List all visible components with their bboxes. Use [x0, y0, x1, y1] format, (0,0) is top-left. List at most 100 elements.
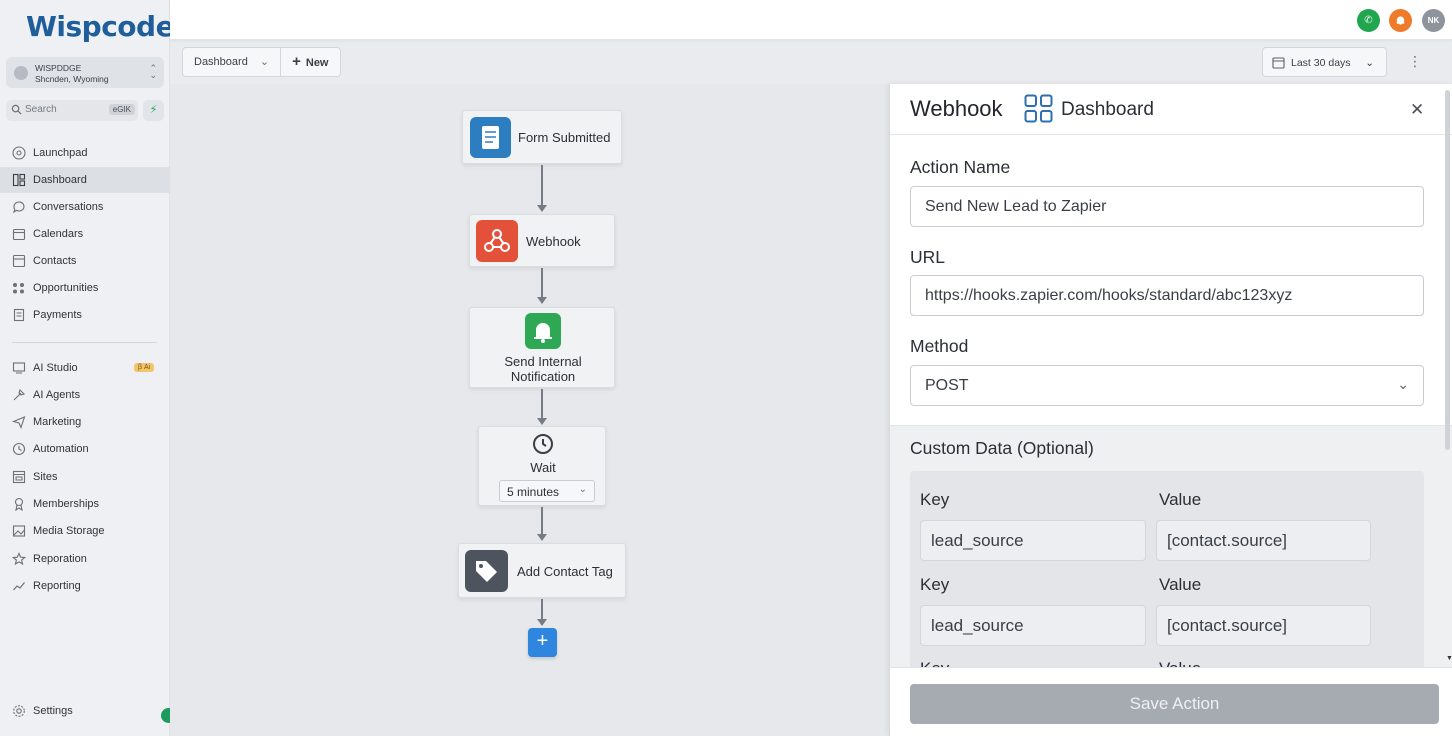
webhook-settings-panel: Webhook Dashboard ✕ Action Name Send New…	[889, 84, 1452, 736]
method-select[interactable]: POST ⌄	[910, 365, 1424, 406]
search-input[interactable]: Search eGIK	[6, 100, 138, 121]
connector-line	[541, 507, 543, 535]
sidebar-item-calendars[interactable]: Calendars	[0, 221, 170, 247]
custom-data-list: Key Value lead_source [contact.source] K…	[910, 471, 1424, 667]
scroll-down-icon[interactable]: ▼	[1446, 655, 1452, 662]
sidebar-item-payments[interactable]: Payments	[0, 302, 170, 328]
sidebar-item-label: AI Studio	[33, 362, 78, 374]
sidebar-item-launchpad[interactable]: Launchpad	[0, 140, 170, 166]
webhook-node[interactable]: Webhook	[469, 214, 615, 267]
chevron-down-icon: ⌄	[259, 56, 270, 68]
user-avatar[interactable]: NK	[1422, 9, 1445, 32]
sidebar-item-label: Sites	[33, 471, 58, 483]
sidebar-item-media-storage[interactable]: Media Storage	[0, 518, 170, 544]
sidebar-item-marketing[interactable]: Marketing	[0, 409, 170, 435]
node-label: Add Contact Tag	[517, 564, 613, 579]
sidebar-item-label: Dashboard	[33, 174, 87, 186]
sidebar-item-label: Opportunities	[33, 282, 99, 294]
chevron-down-icon: ⌄	[1365, 57, 1374, 69]
account-switcher[interactable]: WISPDDGE Shcnden, Wyoming ⌃ ⌄	[6, 57, 164, 88]
date-range-picker[interactable]: Last 30 days ⌄	[1262, 47, 1387, 77]
form-icon	[470, 117, 511, 158]
memberships-icon	[14, 497, 24, 511]
custom-data-label: Custom Data (Optional)	[910, 438, 1094, 458]
url-input[interactable]: https://hooks.zapier.com/hooks/standard/…	[910, 275, 1424, 316]
sidebar-item-dashboard[interactable]: Dashboard	[0, 167, 170, 193]
panel-subtitle: Dashboard	[1061, 99, 1154, 120]
dashboard-dropdown[interactable]: Dashboard ⌄	[183, 48, 280, 76]
tag-node[interactable]: Add Contact Tag	[458, 543, 626, 598]
panel-scrollbar[interactable]	[1445, 90, 1450, 450]
lightning-icon: ⚡	[149, 104, 158, 116]
wait-node[interactable]: Wait 5 minutes ⌄	[478, 426, 606, 506]
connector-arrow	[537, 418, 547, 425]
connector-line	[541, 599, 543, 620]
panel-header: Webhook Dashboard ✕	[890, 84, 1452, 135]
quick-action-button[interactable]: ⚡	[143, 100, 164, 121]
sidebar-divider	[12, 342, 157, 343]
value-input[interactable]: [contact.source]	[1156, 520, 1371, 561]
panel-footer: Save Action	[890, 667, 1452, 736]
sidebar-item-label: Reporation	[33, 553, 87, 565]
search-shortcut: eGIK	[108, 104, 135, 115]
sidebar-item-conversations[interactable]: Conversations	[0, 194, 170, 220]
sidebar-item-reporting[interactable]: Reporting	[0, 573, 170, 599]
action-name-input[interactable]: Send New Lead to Zapier	[910, 186, 1424, 227]
account-avatar	[14, 66, 28, 80]
opportunities-icon	[13, 283, 24, 294]
webhook-icon	[476, 220, 518, 262]
connector-line	[541, 389, 543, 419]
sidebar-item-automation[interactable]: Automation	[0, 436, 170, 462]
ai-studio-icon	[12, 362, 26, 374]
key-input[interactable]: lead_source	[920, 520, 1146, 561]
ai-agents-icon	[13, 388, 26, 401]
top-bar: ✆ NK	[170, 0, 1452, 40]
new-button-label: New	[305, 57, 329, 69]
sidebar-item-ai-agents[interactable]: AI Agents	[0, 382, 170, 408]
phone-button[interactable]: ✆	[1357, 9, 1380, 32]
toolbar-group: Dashboard ⌄ + New	[182, 47, 341, 77]
automation-icon	[12, 442, 26, 456]
sidebar-item-settings[interactable]: Settings	[0, 698, 170, 724]
beta-badge: β Ai	[134, 363, 155, 372]
sidebar-item-label: Media Storage	[33, 525, 105, 537]
sidebar-item-contacts[interactable]: Contacts	[0, 248, 170, 274]
tag-icon	[465, 550, 508, 592]
plus-icon: +	[292, 53, 301, 70]
notification-node[interactable]: Send Internal Notification	[469, 307, 615, 388]
key-input[interactable]: lead_source	[920, 605, 1146, 646]
sidebar-item-sites[interactable]: Sites	[0, 464, 170, 490]
workflow-canvas[interactable]: Form Submitted Webhook Send Internal Not…	[170, 84, 890, 736]
value-value: [contact.source]	[1167, 616, 1288, 635]
sidebar-item-memberships[interactable]: Memberships	[0, 491, 170, 517]
sidebar-item-label: Automation	[33, 443, 89, 455]
url-value: https://hooks.zapier.com/hooks/standard/…	[925, 287, 1293, 304]
sidebar-item-reporation[interactable]: Reporation	[0, 546, 170, 572]
sidebar-item-ai-studio[interactable]: AI Studio β Ai	[0, 355, 170, 381]
node-label-line2: Notification	[510, 369, 576, 384]
calendar-icon	[12, 228, 26, 241]
sidebar-item-opportunities[interactable]: Opportunities	[0, 275, 170, 301]
value-input[interactable]: [contact.source]	[1156, 605, 1371, 646]
more-options-icon[interactable]: ⋮	[1408, 53, 1422, 70]
contacts-icon	[12, 254, 26, 268]
wait-duration-select[interactable]: 5 minutes ⌄	[499, 480, 595, 502]
reporting-icon	[13, 582, 25, 591]
key-label: Key	[920, 575, 950, 594]
node-label: Wait	[530, 460, 556, 475]
bell-icon	[525, 313, 561, 349]
marketing-icon	[12, 416, 26, 429]
add-step-button[interactable]: +	[528, 628, 557, 657]
sidebar-item-label: Launchpad	[33, 147, 88, 159]
save-action-button[interactable]: Save Action	[910, 684, 1439, 724]
connector-line	[541, 268, 543, 298]
connector-line	[541, 165, 543, 205]
account-name: WISPDDGE	[35, 63, 82, 73]
trigger-node[interactable]: Form Submitted	[462, 110, 622, 164]
url-label: URL	[910, 247, 946, 267]
notifications-button[interactable]	[1389, 9, 1412, 32]
close-icon[interactable]: ✕	[1410, 100, 1424, 120]
sidebar-item-label: Reporting	[33, 580, 81, 592]
search-icon	[11, 104, 22, 115]
new-button[interactable]: + New	[281, 48, 339, 76]
